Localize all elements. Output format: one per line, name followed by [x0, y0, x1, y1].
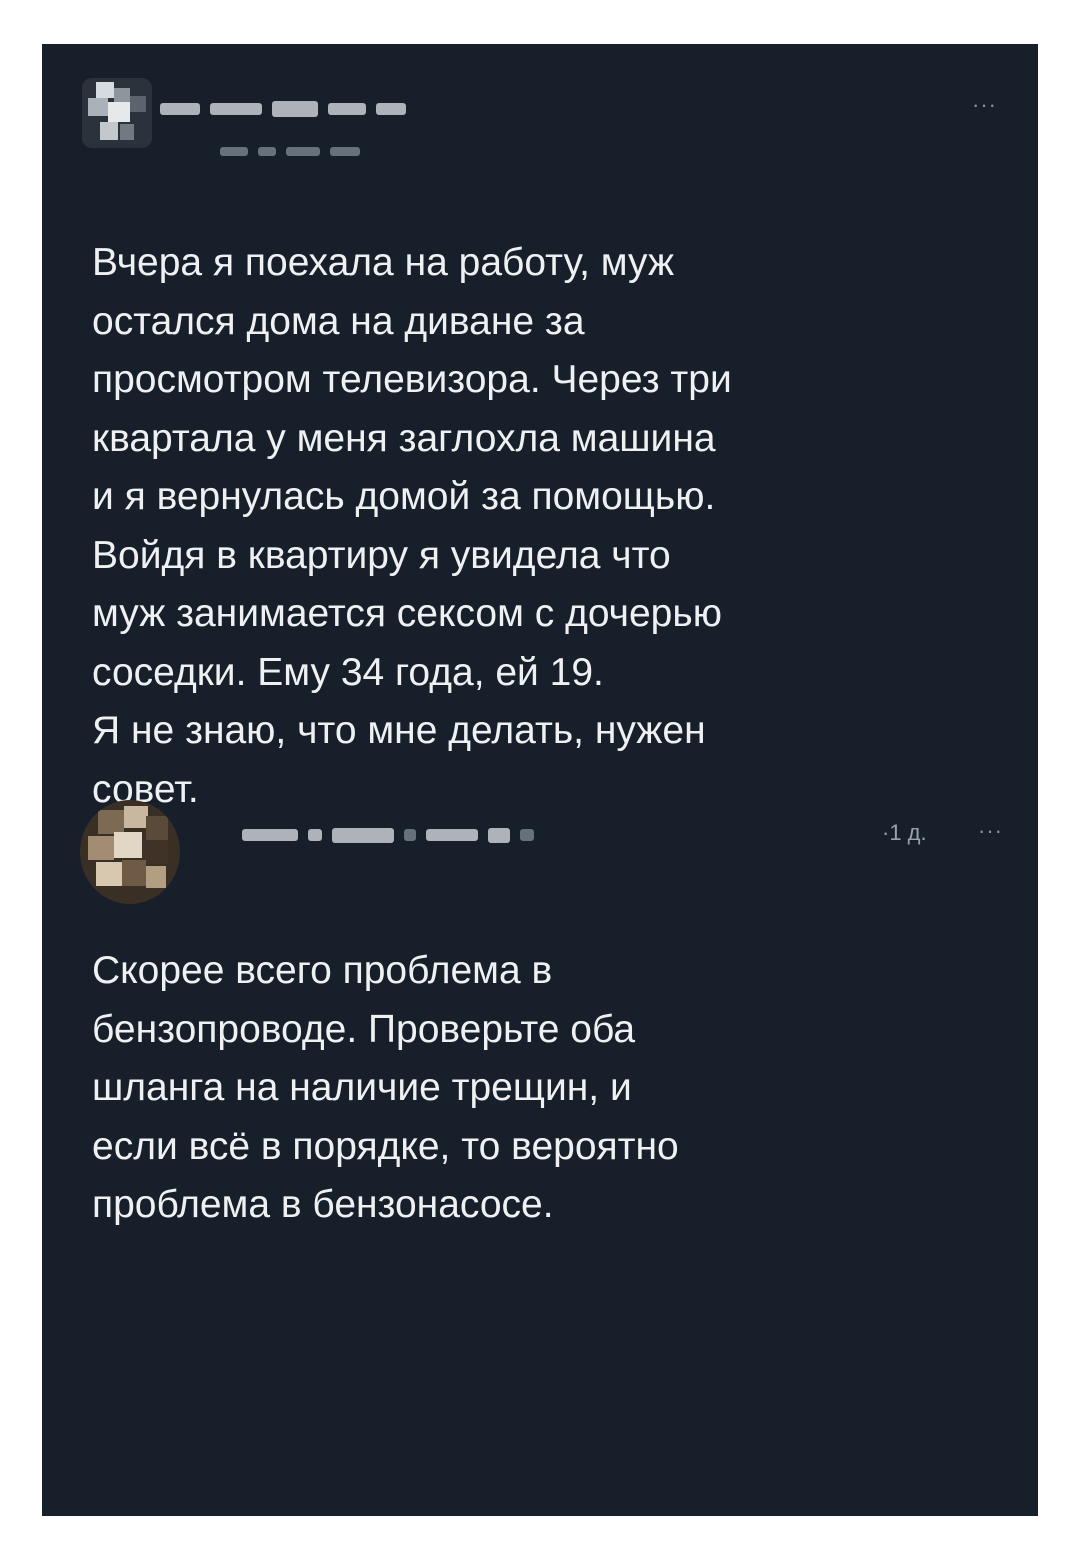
post-body: Вчера я поехала на работу, муж остался д… [92, 241, 732, 811]
author-handle-blurred[interactable] [220, 140, 360, 162]
reply-author-name-blurred[interactable] [242, 824, 534, 846]
author-name-blurred[interactable] [160, 98, 406, 120]
post-options-icon[interactable]: ··· [972, 92, 997, 118]
screenshot-frame: ··· Вчера я поехала на работу, муж остал… [42, 44, 1038, 1516]
author-avatar-pixelated[interactable] [82, 78, 152, 148]
reply-body: Скорее всего проблема в бензопроводе. Пр… [92, 949, 679, 1226]
reply-timestamp: ·1 д. [882, 820, 927, 845]
reply-options-icon[interactable]: ··· [978, 818, 1003, 844]
reply-author-avatar-pixelated[interactable] [80, 800, 180, 904]
